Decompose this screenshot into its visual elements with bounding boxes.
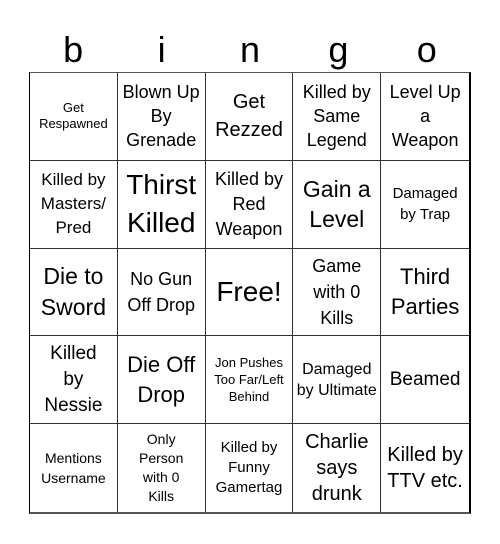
bingo-cell-r2-c3[interactable]: Killed by Red Weapon	[205, 160, 294, 249]
bingo-cell-r2-c2[interactable]: Thirst Killed	[117, 160, 206, 249]
cell-text: Get Respawned	[39, 100, 108, 132]
cell-text: Jon Pushes Too Far/Left Behind	[214, 355, 284, 405]
bingo-cell-r1-c3[interactable]: Get Rezzed	[205, 73, 294, 161]
bingo-cell-r5-c5[interactable]: Killed by TTV etc.	[381, 424, 469, 512]
cell-text: Die to Sword	[40, 262, 106, 320]
cell-text: Killed by Funny Gamertag	[215, 439, 283, 497]
bingo-cell-r1-c4[interactable]: Killed by Same Legend	[293, 73, 382, 161]
bingo-cell-r3-c3[interactable]: Free!	[205, 248, 294, 337]
bingo-cell-r5-c1[interactable]: Mentions Username	[30, 424, 118, 512]
bingo-cell-r4-c5[interactable]: Beamed	[381, 336, 469, 425]
header-letter-o: o	[416, 29, 437, 70]
cell-text: Free!	[216, 276, 282, 308]
bingo-cell-r3-c1[interactable]: Die to Sword	[30, 248, 118, 337]
bingo-cell-r1-c5[interactable]: Level Up a Weapon	[381, 73, 469, 161]
cell-text: Thirst Killed	[126, 169, 197, 239]
cell-text: Damaged by Trap	[392, 185, 458, 224]
header-letter-g: g	[328, 29, 349, 70]
bingo-cell-r2-c1[interactable]: Killed by Masters/ Pred	[30, 160, 118, 249]
bingo-grid: Get Respawned Blown Up By Grenade Get Re…	[29, 72, 471, 514]
cell-text: Killed by Nessie	[44, 342, 103, 416]
bingo-cell-r1-c1[interactable]: Get Respawned	[30, 73, 118, 161]
cell-text: Third Parties	[390, 263, 460, 319]
cell-text: Game with 0 Kills	[312, 255, 362, 328]
bingo-header: b i n g o	[29, 28, 471, 72]
cell-text: Die Off Drop	[127, 351, 196, 407]
cell-text: Charlie says drunk	[305, 431, 369, 506]
cell-text: Get Rezzed	[215, 91, 283, 142]
bingo-cell-r3-c4[interactable]: Game with 0 Kills	[293, 248, 382, 337]
cell-text: Mentions Username	[41, 450, 106, 487]
bingo-cell-r3-c2[interactable]: No Gun Off Drop	[117, 248, 206, 337]
bingo-cell-r5-c2[interactable]: Only Person with 0 Kills	[118, 424, 206, 512]
cell-text: No Gun Off Drop	[127, 268, 196, 315]
cell-text: Killed by Same Legend	[302, 82, 371, 151]
cell-text: Gain a Level	[302, 176, 371, 233]
bingo-cell-r5-c4[interactable]: Charlie says drunk	[293, 424, 382, 512]
bingo-cell-r2-c5[interactable]: Damaged by Trap	[381, 161, 469, 249]
header-letter-n: n	[239, 29, 260, 70]
header-letter-i: i	[157, 29, 166, 70]
cell-text: Blown Up By Grenade	[122, 82, 200, 151]
bingo-cell-r2-c4[interactable]: Gain a Level	[293, 160, 382, 249]
bingo-cell-r4-c4[interactable]: Damaged by Ultimate	[293, 336, 382, 425]
header-letter-b: b	[63, 29, 84, 70]
bingo-cell-r3-c5[interactable]: Third Parties	[381, 249, 469, 337]
bingo-cell-r4-c3[interactable]: Jon Pushes Too Far/Left Behind	[205, 336, 294, 425]
bingo-cell-r4-c1[interactable]: Killed by Nessie	[30, 336, 118, 425]
bingo-cell-r5-c3[interactable]: Killed by Funny Gamertag	[206, 424, 294, 512]
cell-text: Killed by Red Weapon	[214, 168, 283, 239]
cell-text: Only Person with 0 Kills	[139, 431, 184, 505]
cell-text: Killed by TTV etc.	[387, 444, 463, 493]
bingo-cell-r1-c2[interactable]: Blown Up By Grenade	[117, 73, 206, 161]
cell-text: Beamed	[389, 369, 461, 391]
cell-text: Level Up a Weapon	[389, 82, 461, 151]
cell-text: Killed by Masters/ Pred	[40, 170, 106, 238]
bingo-cell-r4-c2[interactable]: Die Off Drop	[117, 336, 206, 425]
cell-text: Damaged by Ultimate	[296, 360, 377, 399]
